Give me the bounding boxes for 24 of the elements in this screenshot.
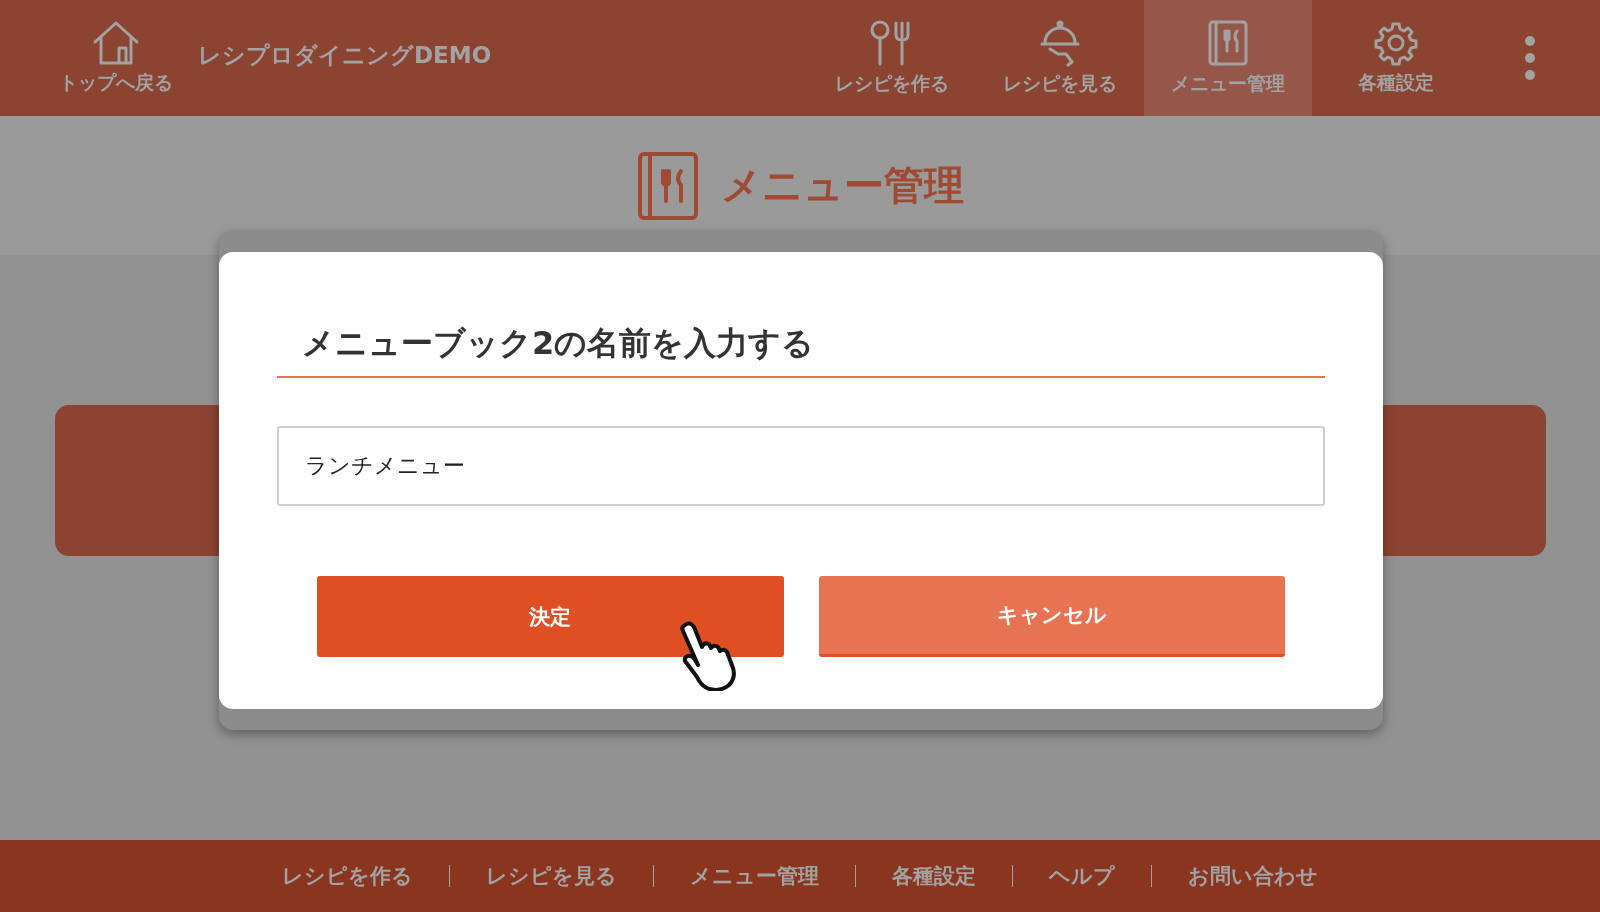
footer-link[interactable]: レシピを見る (449, 865, 653, 887)
cancel-button[interactable]: キャンセル (818, 576, 1285, 657)
footer-link[interactable]: ヘルプ (1012, 865, 1151, 887)
footer-link[interactable]: お問い合わせ (1151, 865, 1354, 887)
home-icon (92, 20, 140, 66)
footer-link[interactable]: レシピを作る (246, 865, 449, 887)
confirm-button[interactable]: 決定 (317, 576, 784, 657)
footer-link[interactable]: 各種設定 (855, 865, 1012, 887)
cloche-icon (1038, 19, 1082, 67)
hand-cursor-icon (677, 621, 739, 691)
menu-book-icon (1207, 19, 1249, 67)
nav-tab[interactable]: レシピを見る (976, 0, 1144, 116)
nav-tab[interactable]: レシピを作る (808, 0, 976, 116)
more-menu-icon[interactable] (1524, 35, 1536, 81)
nav-tab[interactable]: 各種設定 (1312, 0, 1480, 116)
nav-tab[interactable]: メニュー管理 (1144, 0, 1312, 116)
dialog-title: メニューブック2の名前を入力する (277, 322, 1325, 378)
footer-link[interactable]: メニュー管理 (653, 865, 855, 887)
menu-book-icon (636, 150, 699, 221)
settings-icon (1373, 20, 1419, 66)
page-title: メニュー管理 (720, 161, 964, 210)
home-button[interactable]: トップへ戻る (56, 0, 176, 116)
app-title: レシプロダイニングDEMO (198, 40, 492, 70)
name-input-field[interactable]: ランチメニュー (277, 426, 1325, 506)
